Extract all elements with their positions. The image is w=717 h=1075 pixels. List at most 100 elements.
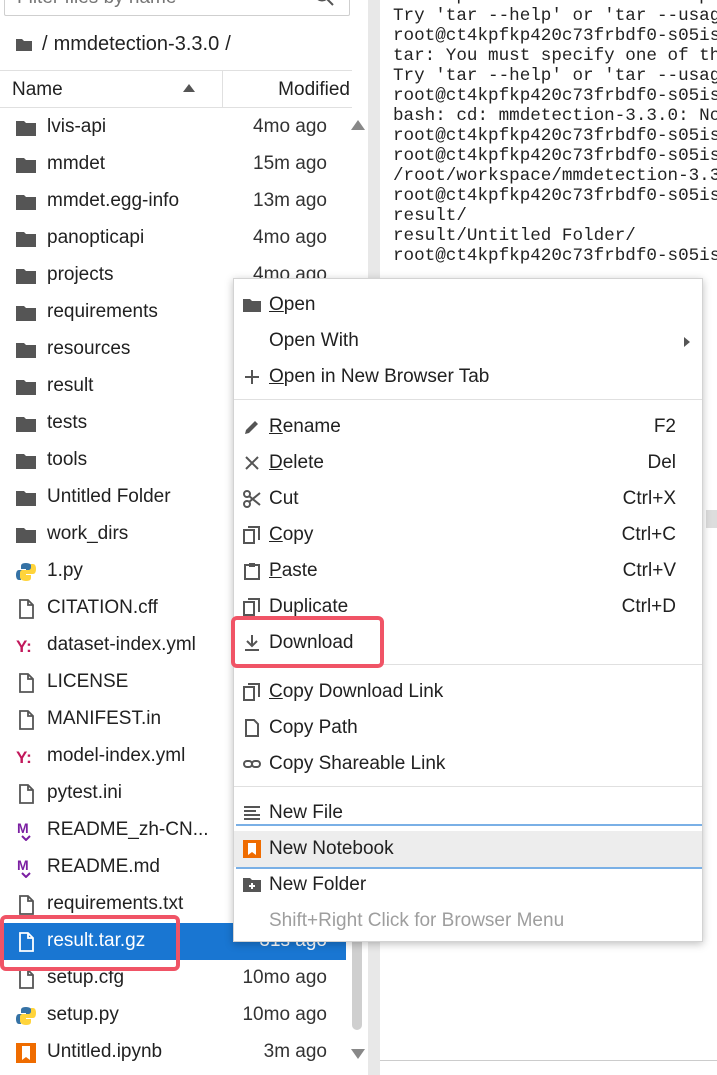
file-name: Untitled Folder [47, 486, 171, 507]
file-row[interactable]: lvis-api 4mo ago [0, 109, 346, 146]
search-icon[interactable] [313, 0, 335, 7]
menu-cut[interactable]: Cut Ctrl+X [234, 481, 702, 517]
scissors-icon [243, 490, 261, 508]
breadcrumb-root[interactable]: / [42, 33, 48, 56]
menu-new-file-label: New File [269, 802, 343, 823]
notebook-icon [243, 840, 261, 858]
file-modified: 15m ago [253, 153, 327, 174]
copy-icon [243, 526, 260, 544]
menu-copy-download-link-mnemonic: C [269, 681, 283, 702]
menu-copy-shortcut: Ctrl+C [621, 524, 676, 545]
menu-copy-download-link[interactable]: Copy Download Link [234, 674, 702, 710]
scroll-up-icon[interactable] [351, 120, 365, 130]
file-icon [245, 719, 259, 737]
file-icon [16, 784, 36, 804]
file-name: CITATION.cff [47, 597, 158, 618]
menu-cut-shortcut: Ctrl+X [622, 488, 676, 509]
duplicate-icon [243, 598, 260, 616]
file-icon [16, 673, 36, 693]
menu-rename-mnemonic: R [269, 416, 283, 437]
file-name: requirements.txt [47, 893, 184, 914]
folder-icon [16, 488, 36, 508]
menu-duplicate-shortcut: Ctrl+D [621, 596, 676, 617]
file-name: README.md [47, 856, 160, 877]
file-name: lvis-api [47, 116, 107, 137]
file-name: panopticapi [47, 227, 145, 248]
menu-separator [234, 786, 702, 787]
menu-open-with-label: Open With [269, 330, 359, 351]
yaml-icon: Y: [16, 747, 36, 767]
file-row[interactable]: mmdet.egg-info 13m ago [0, 183, 346, 220]
menu-open-tab-label: pen in New Browser Tab [283, 366, 490, 387]
file-row[interactable]: setup.py 10mo ago [0, 997, 346, 1034]
submenu-arrow-icon [684, 337, 690, 347]
filter-box[interactable] [4, 0, 350, 16]
menu-cut-label: Cut [269, 488, 299, 509]
filter-input[interactable] [5, 0, 329, 13]
file-name: tools [47, 449, 88, 470]
highlight-download [231, 616, 384, 668]
file-row[interactable]: Untitled.ipynb 3m ago [0, 1034, 346, 1071]
file-icon [16, 599, 36, 619]
menu-paste[interactable]: Paste Ctrl+V [234, 553, 702, 589]
column-modified-header[interactable]: Modified [278, 79, 350, 101]
folder-icon [16, 451, 36, 471]
file-name: Untitled.ipynb [47, 1041, 163, 1062]
menu-paste-mnemonic: P [269, 560, 282, 581]
menu-open-label: pen [283, 294, 316, 315]
menu-copy[interactable]: Copy Ctrl+C [234, 517, 702, 553]
file-name: pytest.ini [47, 782, 122, 803]
file-name: LICENSE [47, 671, 129, 692]
file-name: MANIFEST.in [47, 708, 162, 729]
folder-icon [16, 377, 36, 397]
menu-delete-shortcut: Del [647, 452, 676, 473]
folder-icon [16, 340, 36, 360]
file-row[interactable]: mmdet 15m ago [0, 146, 346, 183]
pencil-icon [245, 421, 258, 434]
menu-new-folder[interactable]: New Folder [234, 867, 702, 903]
menu-open-with[interactable]: Open With [234, 323, 702, 359]
file-name: mmdet.egg-info [47, 190, 180, 211]
file-name: 1.py [47, 560, 83, 581]
new-folder-icon [243, 878, 261, 892]
file-name: resources [47, 338, 131, 359]
python-icon [16, 562, 36, 582]
menu-copy-shareable-link-label: Copy Shareable Link [269, 753, 446, 774]
scroll-down-icon[interactable] [351, 1049, 365, 1059]
column-divider[interactable] [222, 71, 223, 107]
menu-rename[interactable]: Rename F2 [234, 409, 702, 445]
menu-copy-label: opy [282, 524, 314, 545]
file-row[interactable]: panopticapi 4mo ago [0, 220, 346, 257]
menu-new-notebook[interactable]: New Notebook [234, 831, 702, 867]
sort-ascending-icon [183, 84, 195, 92]
terminal-scrollbar-thumb[interactable] [706, 510, 717, 528]
menu-copy-path[interactable]: Copy Path [234, 710, 702, 746]
svg-text:Y:: Y: [16, 748, 32, 767]
menu-browser-menu-hint: Shift+Right Click for Browser Menu [234, 903, 702, 939]
menu-paste-label: aste [281, 560, 318, 581]
file-icon [16, 710, 36, 730]
menu-open[interactable]: Open [234, 287, 702, 323]
menu-separator [234, 399, 702, 400]
menu-delete[interactable]: Delete Del [234, 445, 702, 481]
column-name-header[interactable]: Name [12, 79, 63, 101]
file-icon [16, 895, 36, 915]
file-name: mmdet [47, 153, 106, 174]
clipboard-icon [244, 563, 260, 580]
file-name: model-index.yml [47, 745, 186, 766]
breadcrumb-folder[interactable]: mmdetection-3.3.0 [54, 33, 220, 56]
menu-focus-line [236, 824, 702, 826]
menu-rename-shortcut: F2 [653, 416, 676, 437]
file-modified: 4mo ago [253, 116, 327, 137]
menu-new-notebook-label: New Notebook [269, 838, 394, 859]
file-name: README_zh-CN... [47, 819, 209, 840]
menu-open-new-tab[interactable]: Open in New Browser Tab [234, 359, 702, 395]
file-name: result [47, 375, 94, 396]
menu-rename-label: ename [282, 416, 341, 437]
python-icon [16, 1006, 36, 1026]
folder-icon[interactable] [16, 37, 32, 51]
menu-copy-shareable-link[interactable]: Copy Shareable Link [234, 746, 702, 782]
text-file-icon [244, 806, 260, 820]
file-name: work_dirs [47, 523, 129, 544]
file-name: setup.py [47, 1004, 119, 1025]
